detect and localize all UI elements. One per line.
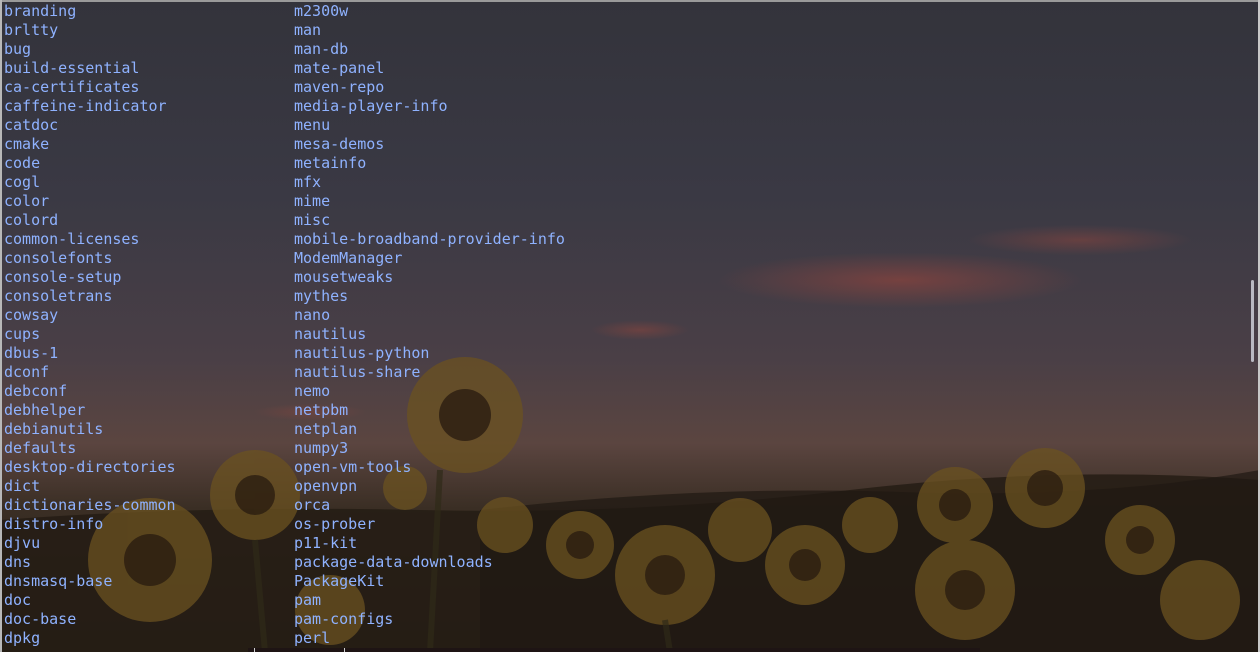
- taskbar-tick: [344, 648, 345, 652]
- directory-entry: consolefonts: [4, 249, 113, 267]
- directory-entry: dict: [4, 477, 41, 495]
- directory-entry: perl: [294, 629, 331, 647]
- directory-entry: m2300w: [294, 2, 349, 20]
- directory-entry: p11-kit: [294, 534, 358, 552]
- directory-entry: doc-base: [4, 610, 77, 628]
- directory-entry: open-vm-tools: [294, 458, 412, 476]
- window-top-border: [0, 0, 1260, 2]
- directory-entry: dpkg: [4, 629, 41, 647]
- directory-entry: dconf: [4, 363, 50, 381]
- directory-entry: dbus-1: [4, 344, 59, 362]
- directory-entry: dnsmasq-base: [4, 572, 113, 590]
- directory-entry: ModemManager: [294, 249, 403, 267]
- directory-entry: cmake: [4, 135, 50, 153]
- directory-entry: console-setup: [4, 268, 122, 286]
- directory-entry: nautilus-share: [294, 363, 421, 381]
- directory-entry: man: [294, 21, 322, 39]
- directory-entry: brltty: [4, 21, 59, 39]
- taskbar-tick: [254, 648, 255, 652]
- directory-entry: colord: [4, 211, 59, 229]
- directory-entry: debianutils: [4, 420, 104, 438]
- directory-listing: branding brltty bug build-essential ca-certi…: [4, 2, 565, 647]
- directory-entry: PackageKit: [294, 572, 385, 590]
- directory-entry: mate-panel: [294, 59, 385, 77]
- directory-entry: debhelper: [4, 401, 86, 419]
- directory-entry: doc: [4, 591, 32, 609]
- directory-entry: code: [4, 154, 41, 172]
- directory-entry: mobile-broadband-provider-info: [294, 230, 565, 248]
- directory-entry: numpy3: [294, 439, 349, 457]
- directory-entry: man-db: [294, 40, 349, 58]
- listing-column-right: m2300w man man-db mate-panel maven-repo media…: [294, 2, 565, 648]
- directory-entry: djvu: [4, 534, 41, 552]
- directory-entry: metainfo: [294, 154, 367, 172]
- directory-entry: debconf: [4, 382, 68, 400]
- directory-entry: nano: [294, 306, 331, 324]
- directory-entry: mythes: [294, 287, 349, 305]
- directory-entry: media-player-info: [294, 97, 448, 115]
- directory-entry: pam-configs: [294, 610, 394, 628]
- directory-entry: bug: [4, 40, 32, 58]
- directory-entry: mime: [294, 192, 331, 210]
- directory-entry: mousetweaks: [294, 268, 394, 286]
- listing-column-left: branding brltty bug build-essential ca-certi…: [4, 2, 176, 648]
- directory-entry: caffeine-indicator: [4, 97, 167, 115]
- terminal-scrollbar[interactable]: [1251, 280, 1254, 362]
- sunflower-field-background: [0, 357, 1260, 652]
- directory-entry: cups: [4, 325, 41, 343]
- directory-entry: cowsay: [4, 306, 59, 324]
- directory-entry: nemo: [294, 382, 331, 400]
- directory-entry: catdoc: [4, 116, 59, 134]
- directory-entry: nautilus-python: [294, 344, 430, 362]
- directory-entry: dictionaries-common: [4, 496, 176, 514]
- directory-entry: cogl: [4, 173, 41, 191]
- directory-entry: maven-repo: [294, 78, 385, 96]
- directory-entry: consoletrans: [4, 287, 113, 305]
- directory-entry: defaults: [4, 439, 77, 457]
- directory-entry: dns: [4, 553, 32, 571]
- directory-entry: common-licenses: [4, 230, 140, 248]
- directory-entry: distro-info: [4, 515, 104, 533]
- directory-entry: netpbm: [294, 401, 349, 419]
- directory-entry: nautilus: [294, 325, 367, 343]
- directory-entry: netplan: [294, 420, 358, 438]
- directory-entry: ca-certificates: [4, 78, 140, 96]
- directory-entry: orca: [294, 496, 331, 514]
- directory-entry: os-prober: [294, 515, 376, 533]
- directory-entry: openvpn: [294, 477, 358, 495]
- directory-entry: mesa-demos: [294, 135, 385, 153]
- terminal-window[interactable]: branding brltty bug build-essential ca-certi…: [0, 0, 1260, 652]
- directory-entry: mfx: [294, 173, 322, 191]
- directory-entry: branding: [4, 2, 77, 20]
- directory-entry: misc: [294, 211, 331, 229]
- window-left-border: [0, 0, 2, 652]
- directory-entry: package-data-downloads: [294, 553, 493, 571]
- directory-entry: desktop-directories: [4, 458, 176, 476]
- taskbar-strip: [248, 648, 980, 652]
- directory-entry: pam: [294, 591, 322, 609]
- directory-entry: color: [4, 192, 50, 210]
- directory-entry: build-essential: [4, 59, 140, 77]
- directory-entry: menu: [294, 116, 331, 134]
